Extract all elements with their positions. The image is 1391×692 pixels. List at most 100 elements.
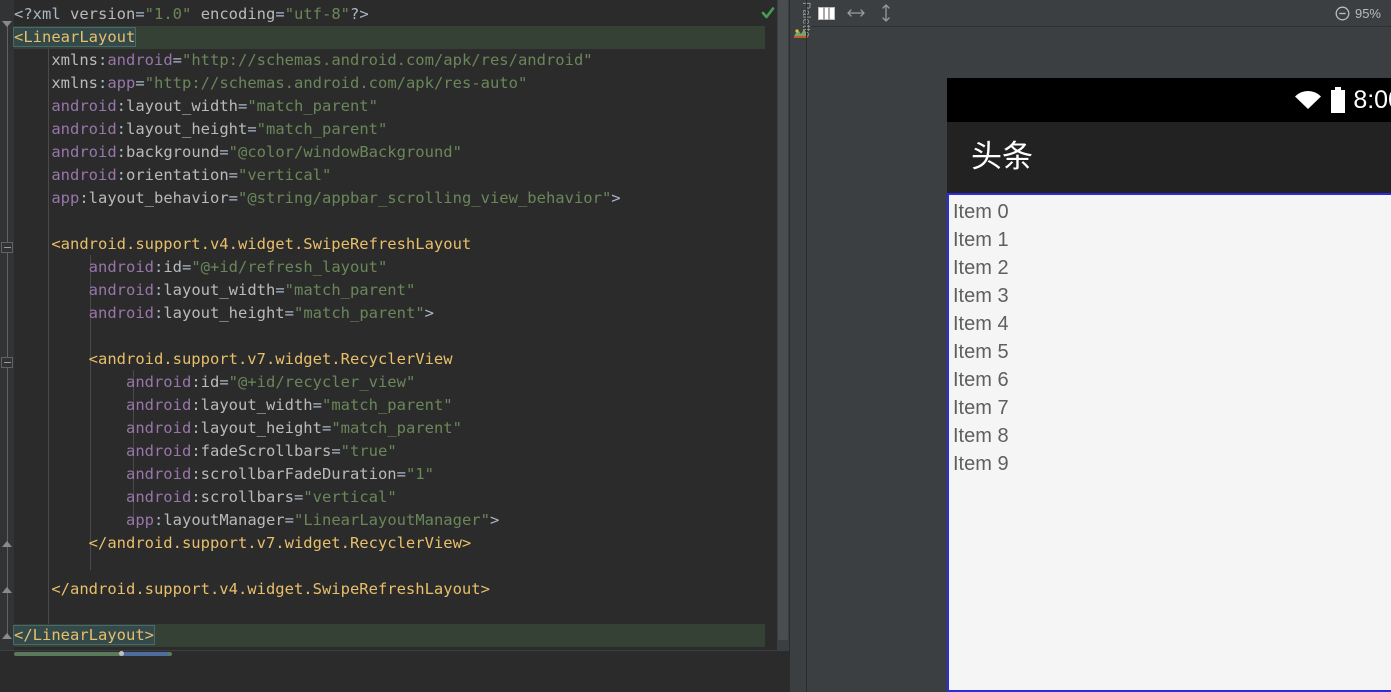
code-line[interactable]: android:layout_width="match_parent"	[14, 95, 777, 118]
code-token: "@string/appbar_scrolling_view_behavior"	[238, 189, 612, 207]
code-line[interactable]	[14, 325, 777, 348]
code-token: </LinearLayout>	[13, 625, 155, 645]
code-token: =	[182, 258, 192, 276]
code-line[interactable]: android:layout_height="match_parent">	[14, 302, 777, 325]
fit-vertical-button[interactable]	[871, 0, 901, 26]
inspection-ok-icon[interactable]	[761, 6, 775, 20]
list-item[interactable]: Item 2	[949, 254, 1391, 282]
code-line[interactable]	[14, 601, 777, 624]
status-bar-time: 8:00	[1353, 85, 1391, 114]
code-token: :	[191, 488, 201, 506]
code-line[interactable]: <?xml version="1.0" encoding="utf-8"?>	[14, 3, 777, 26]
code-token: :	[116, 120, 126, 138]
code-line[interactable]: <android.support.v7.widget.RecyclerView	[14, 348, 777, 371]
code-token: layout_behavior	[88, 189, 229, 207]
code-text-area[interactable]: <?xml version="1.0" encoding="utf-8"?> <L…	[12, 0, 777, 652]
code-line[interactable]: <android.support.v4.widget.SwipeRefreshL…	[14, 233, 777, 256]
editor-gutter[interactable]	[0, 0, 14, 692]
code-token: ?>	[350, 5, 369, 23]
fold-arrow-collapse-root[interactable]	[2, 21, 12, 27]
code-line[interactable]: </android.support.v4.widget.SwipeRefresh…	[14, 578, 777, 601]
code-token: >	[611, 189, 621, 207]
code-token: =	[172, 51, 183, 69]
code-line[interactable]: android:id="@+id/recycler_view"	[14, 371, 777, 394]
code-token: =	[237, 97, 248, 115]
editor-horizontal-scrollbar[interactable]	[14, 651, 777, 657]
fold-marker-recyclerview[interactable]	[1, 357, 13, 368]
list-item[interactable]: Item 4	[949, 310, 1391, 338]
fold-arrow-end-recyclerview[interactable]	[2, 541, 12, 547]
app-bar-title: 头条	[971, 139, 1033, 175]
code-token: encoding	[200, 5, 276, 23]
scrollbar-handle-dot[interactable]	[119, 651, 124, 656]
recycler-view-selected[interactable]: Item 0 Item 1 Item 2 Item 3 Item 4 Item 5 Item…	[947, 193, 1391, 692]
code-line[interactable]: app:layout_behavior="@string/appbar_scro…	[14, 187, 777, 210]
code-line[interactable]: xmlns:app="http://schemas.android.com/ap…	[14, 72, 777, 95]
code-token: <?xml	[14, 5, 70, 23]
code-token: :	[116, 166, 126, 184]
code-token: "true"	[340, 442, 397, 460]
code-line[interactable]: android:layout_height="match_parent"	[14, 118, 777, 141]
palette-tool-window-strip[interactable]: Palette	[789, 0, 812, 692]
code-lines: <?xml version="1.0" encoding="utf-8"?> <L…	[12, 3, 777, 647]
code-line[interactable]: </LinearLayout>	[13, 624, 777, 647]
code-line[interactable]: android:scrollbars="vertical"	[14, 486, 777, 509]
code-line[interactable]: xmlns:android="http://schemas.android.co…	[14, 49, 777, 72]
fit-vertical-icon	[882, 4, 890, 22]
code-line[interactable]: android:id="@+id/refresh_layout"	[14, 256, 777, 279]
android-studio-layout-editor: <?xml version="1.0" encoding="utf-8"?> <L…	[0, 0, 1391, 692]
code-token: </android.support.v7.widget.RecyclerView…	[88, 534, 472, 552]
zoom-controls[interactable]: 95%	[1335, 6, 1391, 21]
list-item[interactable]: Item 7	[949, 394, 1391, 422]
code-line[interactable]	[14, 555, 777, 578]
code-line[interactable]: android:background="@color/windowBackgro…	[14, 141, 777, 164]
code-token: "match_parent"	[284, 281, 416, 299]
list-item[interactable]: Item 1	[949, 226, 1391, 254]
fold-marker-swiperefresh[interactable]	[1, 242, 13, 253]
code-token: :	[153, 258, 164, 276]
device-app-bar[interactable]: 头条	[947, 122, 1391, 193]
list-item[interactable]: Item 0	[949, 198, 1391, 226]
layout-columns-button[interactable]	[811, 0, 841, 26]
list-item[interactable]: Item 9	[949, 450, 1391, 478]
code-token: :	[116, 97, 126, 115]
list-item[interactable]: Item 5	[949, 338, 1391, 366]
fit-horizontal-button[interactable]	[841, 0, 871, 26]
code-token: android	[125, 442, 192, 460]
fold-arrow-end-swiperefresh[interactable]	[2, 587, 12, 593]
code-line[interactable]: android:layout_height="match_parent"	[14, 417, 777, 440]
code-line[interactable]: android:fadeScrollbars="true"	[14, 440, 777, 463]
editor-marker-column[interactable]	[761, 0, 777, 652]
fold-arrow-end-root[interactable]	[2, 633, 12, 639]
list-item[interactable]: Item 8	[949, 422, 1391, 450]
code-token: "match_parent"	[331, 419, 462, 437]
code-line[interactable]: android:scrollbarFadeDuration="1"	[14, 463, 777, 486]
list-item[interactable]: Item 6	[949, 366, 1391, 394]
device-preview-frame[interactable]: 8:00 头条 Item 0Item 1Item 2Item 3Item 4It…	[947, 78, 1391, 692]
scrollbar-thumb[interactable]	[778, 0, 788, 640]
code-token: :	[153, 281, 164, 299]
code-line[interactable]: app:layoutManager="LinearLayoutManager">	[14, 509, 777, 532]
code-token: "match_parent"	[321, 396, 453, 414]
code-token: =	[275, 281, 285, 299]
code-line[interactable]: android:layout_width="match_parent"	[14, 394, 777, 417]
list-item[interactable]: Item 3	[949, 282, 1391, 310]
code-line[interactable]: android:layout_width="match_parent"	[14, 279, 777, 302]
code-token: "match_parent"	[247, 97, 378, 115]
code-line[interactable]: android:orientation="vertical"	[14, 164, 777, 187]
code-token: android	[88, 304, 154, 322]
code-token: >	[424, 304, 434, 322]
code-line[interactable]: </android.support.v7.widget.RecyclerView…	[14, 532, 777, 555]
editor-vertical-scrollbar[interactable]	[777, 0, 789, 652]
code-token: android	[107, 51, 173, 69]
code-token: "http://schemas.android.com/apk/res-auto…	[144, 74, 528, 92]
code-token: layout_width	[126, 97, 238, 115]
xml-code-editor[interactable]: <?xml version="1.0" encoding="utf-8"?> <L…	[0, 0, 789, 692]
code-line[interactable]	[14, 210, 777, 233]
code-line[interactable]: <LinearLayout	[12, 26, 777, 49]
